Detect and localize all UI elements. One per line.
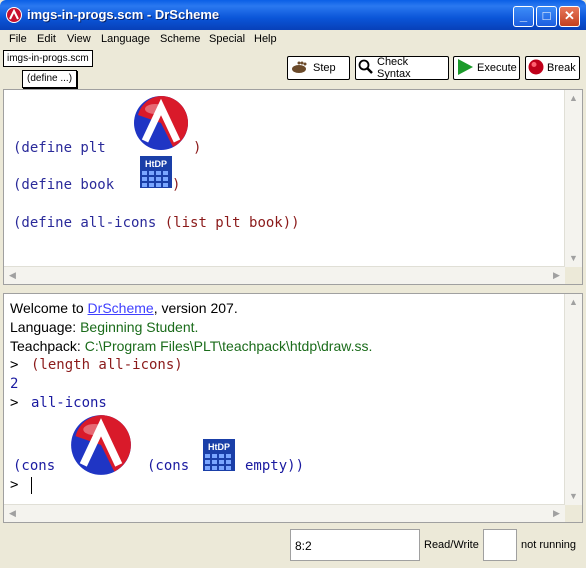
close-button[interactable]: ✕ <box>559 6 580 27</box>
check-syntax-button[interactable]: Check Syntax <box>355 56 449 80</box>
definitions-vertical-scrollbar[interactable]: ▲ ▼ <box>564 90 582 267</box>
svg-text:HtDP: HtDP <box>208 442 230 452</box>
magnifier-icon <box>358 59 374 78</box>
plt-logo-icon <box>133 95 189 154</box>
result-1: 2 <box>10 376 19 392</box>
window-title: imgs-in-progs.scm - DrScheme <box>27 7 220 22</box>
read-write-mode: Read/Write <box>424 539 479 551</box>
interactions-horizontal-scrollbar[interactable]: ◀ ▶ <box>4 504 565 522</box>
menu-help[interactable]: Help <box>254 33 277 45</box>
htdp-book-icon: HtDP <box>140 156 172 188</box>
maximize-button[interactable]: □ <box>536 6 557 27</box>
expr-2: all-icons <box>31 395 107 411</box>
definitions-horizontal-scrollbar[interactable]: ◀ ▶ <box>4 266 565 284</box>
definitions-editor[interactable]: (define plt ) (define book HtDP ) (defin… <box>3 89 583 285</box>
panel-divider[interactable] <box>0 287 586 291</box>
scroll-down-icon[interactable]: ▼ <box>565 488 582 505</box>
scroll-up-icon[interactable]: ▲ <box>565 90 582 107</box>
menu-special[interactable]: Special <box>209 33 245 45</box>
result-2-cons-2: (cons <box>147 458 190 474</box>
scroll-left-icon[interactable]: ◀ <box>4 267 21 284</box>
scroll-corner <box>565 267 582 284</box>
expr-1: (length all-icons) <box>31 357 183 373</box>
prompt-3: > <box>10 477 19 493</box>
play-icon <box>456 58 474 79</box>
execute-button[interactable]: Execute <box>453 56 520 80</box>
result-2-cons-1: (cons <box>13 458 56 474</box>
drscheme-link[interactable]: DrScheme <box>88 300 154 316</box>
break-button[interactable]: Break <box>525 56 580 80</box>
prompt-1: > <box>10 357 19 373</box>
def-line-2: (define book <box>13 177 115 193</box>
activity-indicator <box>483 529 517 561</box>
plt-app-icon[interactable] <box>6 7 22 23</box>
svg-text:HtDP: HtDP <box>145 159 167 169</box>
step-button[interactable]: Step <box>287 56 350 80</box>
running-status: not running <box>521 539 577 551</box>
menu-scheme[interactable]: Scheme <box>160 33 200 45</box>
def-line-1-close: ) <box>193 140 202 156</box>
scroll-left-icon[interactable]: ◀ <box>4 505 21 522</box>
language-value: Beginning Student <box>80 319 195 335</box>
check-syntax-label: Check Syntax <box>377 56 411 80</box>
menu-bar: File Edit View Language Scheme Special H… <box>0 30 586 48</box>
break-label: Break <box>547 62 576 74</box>
cursor-position: 8:2 <box>290 529 420 561</box>
menu-language[interactable]: Language <box>101 33 150 45</box>
status-bar: 8:2 Read/Write not running <box>0 526 586 568</box>
minimize-button[interactable]: _ <box>513 6 534 27</box>
menu-view[interactable]: View <box>67 33 91 45</box>
stop-icon <box>528 59 544 78</box>
interactions-window[interactable]: Welcome to DrScheme, version 207. Langua… <box>3 293 583 523</box>
title-bar: imgs-in-progs.scm - DrScheme _ □ ✕ <box>0 0 586 30</box>
interactions-vertical-scrollbar[interactable]: ▲ ▼ <box>564 294 582 505</box>
def-line-2-close: ) <box>172 177 181 193</box>
scroll-right-icon[interactable]: ▶ <box>548 267 565 284</box>
scroll-corner <box>565 505 582 522</box>
scroll-right-icon[interactable]: ▶ <box>548 505 565 522</box>
define-menu-button[interactable]: (define ...) <box>22 70 78 88</box>
execute-label: Execute <box>477 62 517 74</box>
step-label: Step <box>313 62 336 74</box>
prompt-2: > <box>10 395 19 411</box>
footprint-icon <box>290 59 310 78</box>
text-cursor <box>31 477 32 494</box>
def-line-1: (define plt <box>13 140 106 156</box>
language-line: Language: Beginning Student. <box>10 319 199 335</box>
def-line-3: (define all-icons (list plt book)) <box>13 215 300 231</box>
scroll-up-icon[interactable]: ▲ <box>565 294 582 311</box>
def-line-3-inner: (list plt book) <box>164 215 292 231</box>
plt-logo-icon <box>70 414 132 479</box>
teachpack-line: Teachpack: C:\Program Files\PLT\teachpac… <box>10 338 373 354</box>
filename-button[interactable]: imgs-in-progs.scm <box>3 50 93 67</box>
htdp-book-icon: HtDP <box>203 439 235 471</box>
result-2-empty: empty)) <box>245 458 305 474</box>
scroll-down-icon[interactable]: ▼ <box>565 250 582 267</box>
teachpack-value: C:\Program Files\PLT\teachpack\htdp\draw… <box>84 338 369 354</box>
menu-edit[interactable]: Edit <box>37 33 56 45</box>
welcome-line: Welcome to DrScheme, version 207. <box>10 300 238 316</box>
menu-file[interactable]: File <box>9 33 27 45</box>
